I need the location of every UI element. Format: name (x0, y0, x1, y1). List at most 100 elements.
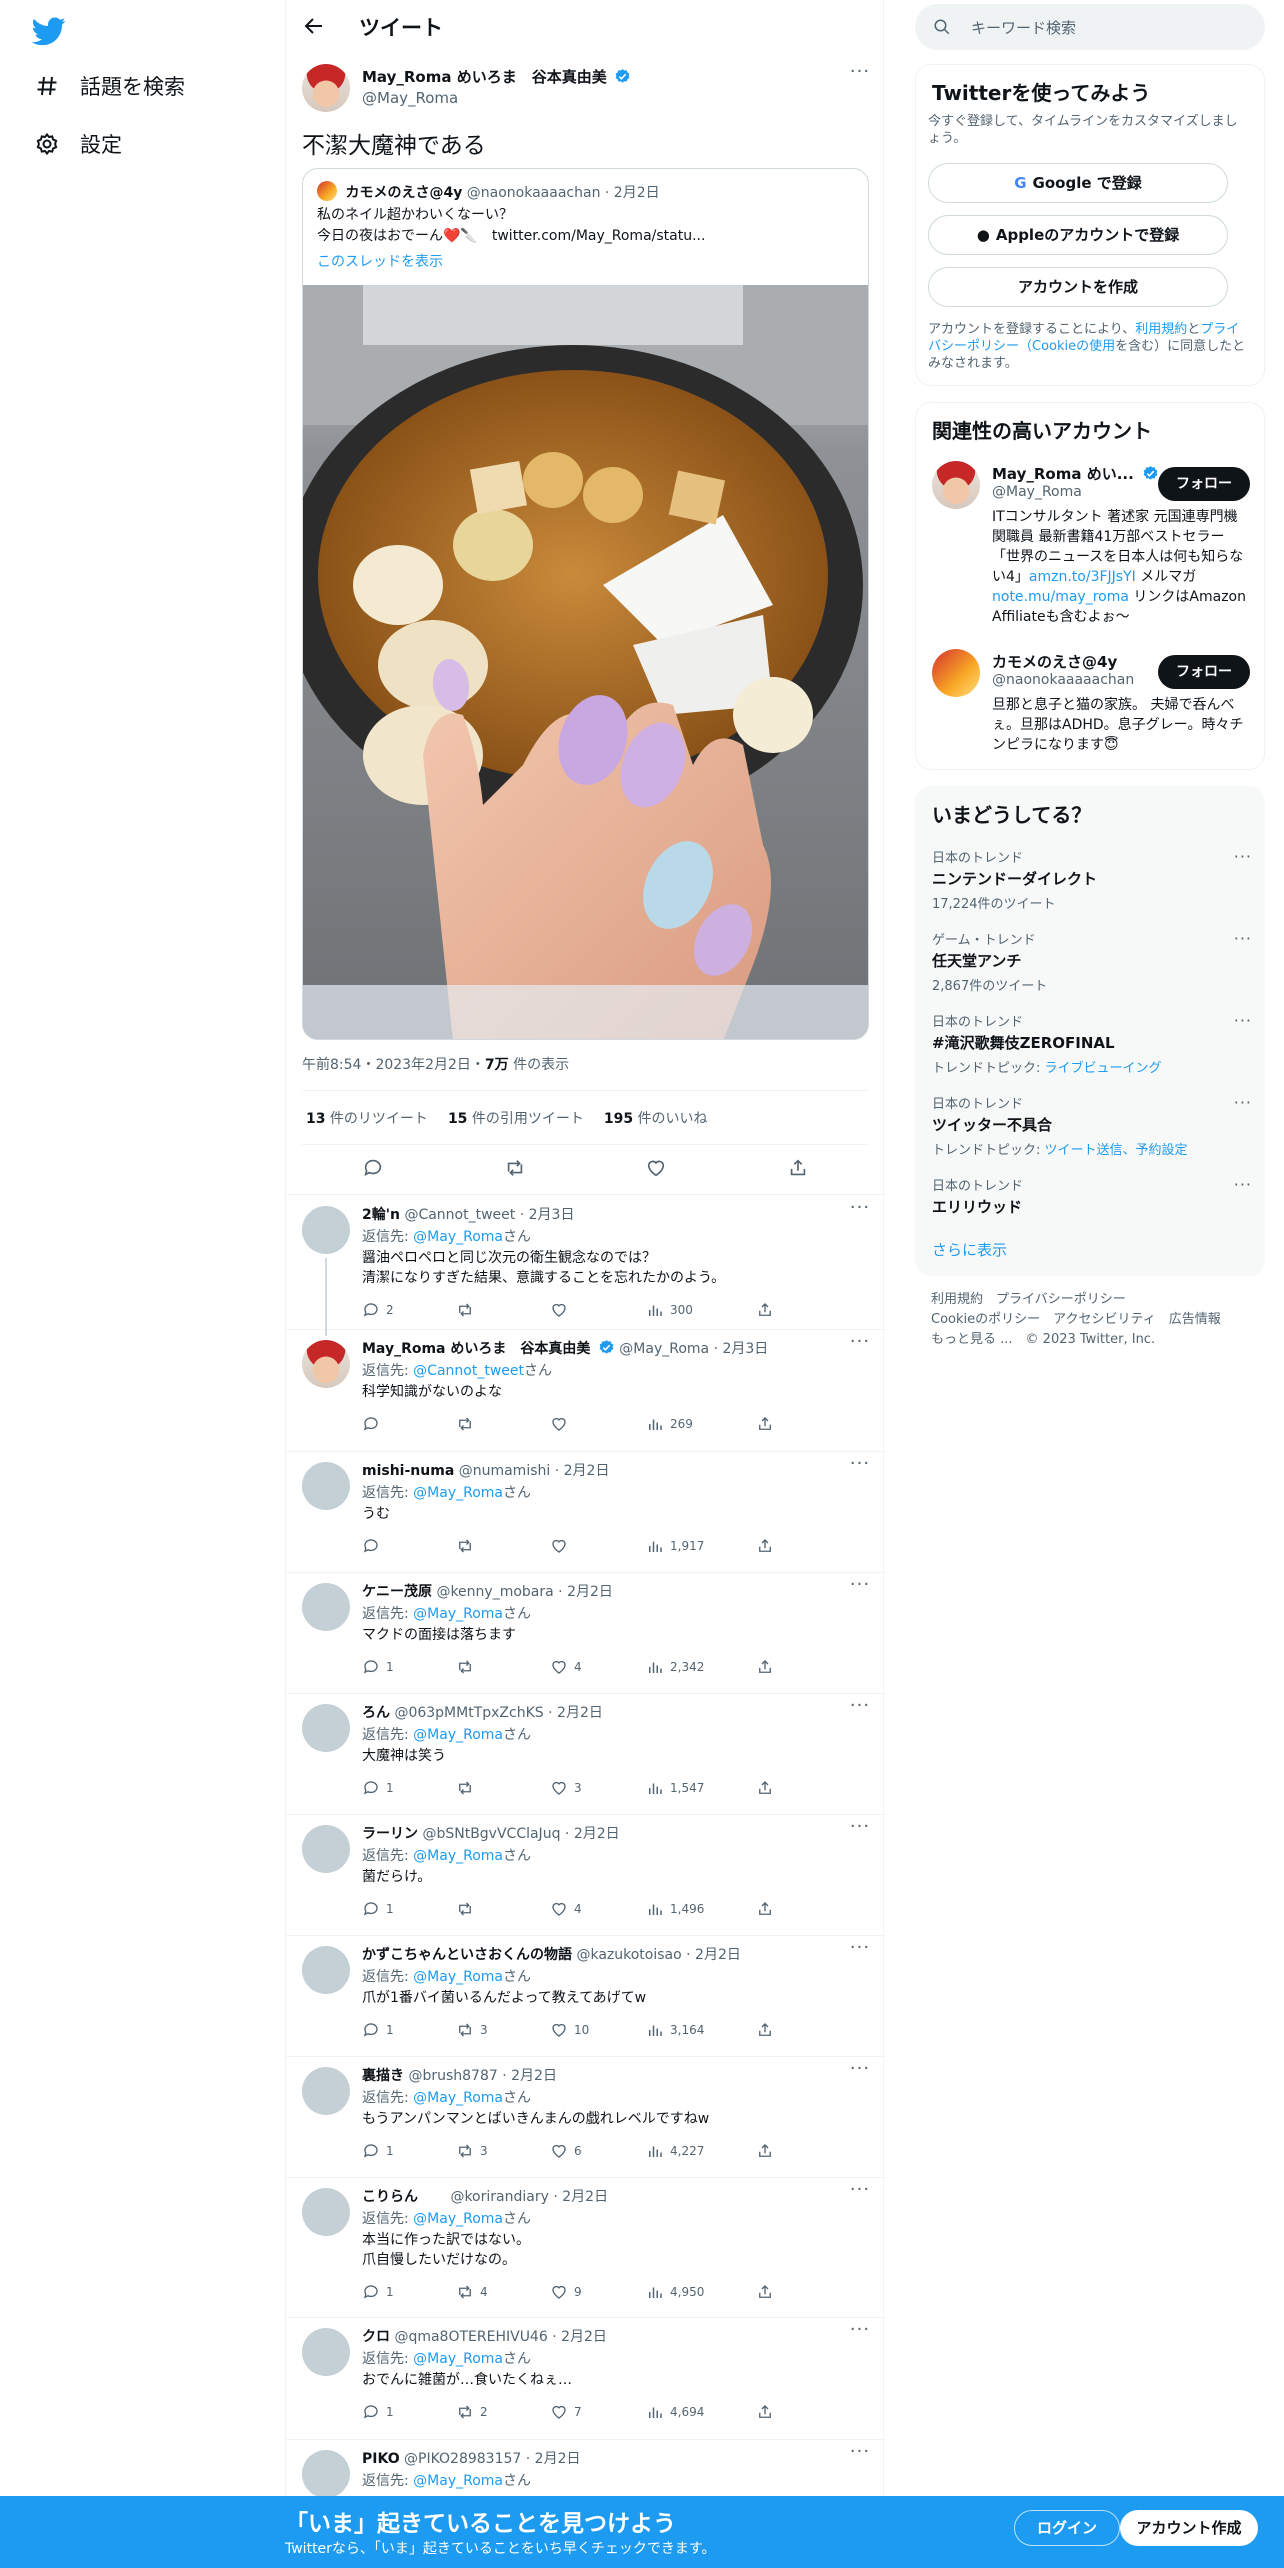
trend-more-icon[interactable]: ··· (1234, 929, 1252, 948)
more-options-icon[interactable]: ··· (848, 1333, 872, 1360)
reply-author-name[interactable]: May_Roma めいろま 谷本真由美 (362, 1341, 590, 1357)
reply-avatar[interactable] (302, 2450, 350, 2498)
more-options-icon[interactable]: ··· (848, 1455, 872, 1482)
footer-privacy-link[interactable]: プライバシーポリシー (996, 1292, 1126, 1307)
reply-action-like[interactable] (550, 1414, 574, 1434)
reply-action-share[interactable] (756, 2282, 774, 2302)
reply-action-views[interactable]: 1,547 (646, 1778, 704, 1798)
reply-action-retweet[interactable] (456, 1778, 480, 1798)
reply-author-name[interactable]: mishi-numa (362, 1463, 454, 1479)
related-account-2[interactable]: カモメのえさ@4y @naonokaaaaachan (992, 651, 1134, 688)
reply-action-retweet[interactable] (456, 1536, 480, 1556)
reply-to-handle[interactable]: @May_Roma (413, 1606, 503, 1622)
reply-avatar[interactable] (302, 2328, 350, 2376)
reply-action-share[interactable] (756, 2141, 774, 2161)
reply-author-handle[interactable]: @korirandiary (450, 2189, 548, 2205)
reply-tweet[interactable]: クロ @qma8OTEREHIVU46 · 2月2日 ··· 返信先: @May_R… (286, 2318, 885, 2440)
reply-author-name[interactable]: 裏描き (362, 2068, 404, 2084)
reply-action-reply[interactable]: 1 (362, 1778, 394, 1798)
reply-date[interactable]: 2月2日 (567, 1584, 613, 1600)
reply-tweet[interactable]: May_Roma めいろま 谷本真由美 @May_Roma · 2月3日 ··· 返… (286, 1330, 885, 1452)
reply-author-handle[interactable]: @brush8787 (408, 2068, 497, 2084)
reply-author-handle[interactable]: @May_Roma (619, 1341, 709, 1357)
reply-date[interactable]: 2月2日 (557, 1705, 603, 1721)
reply-action-share[interactable] (756, 1414, 774, 1434)
reply-tweet[interactable]: こりらん @korirandiary · 2月2日 ··· 返信先: @May_Ro… (286, 2178, 885, 2318)
tweet-timestamp[interactable]: 午前8:54・2023年2月2日・ (302, 1057, 485, 1073)
trend-item[interactable]: 日本のトレンド ニンテンドーダイレクト 17,224件のツイート ··· (932, 847, 1252, 912)
reply-author-handle[interactable]: @qma8OTEREHIVU46 (394, 2329, 547, 2345)
reply-author-handle[interactable]: @kazukotoisao (576, 1947, 681, 1963)
reply-action-share[interactable] (756, 1778, 774, 1798)
reply-to-handle[interactable]: @May_Roma (413, 1727, 503, 1743)
reply-action-views[interactable]: 300 (646, 1300, 693, 1320)
reply-date[interactable]: 2月2日 (574, 1826, 620, 1842)
reply-author-handle[interactable]: @numamishi (459, 1463, 551, 1479)
reply-author-name[interactable]: かずこちゃんといさおくんの物語 (362, 1947, 572, 1963)
reply-action-views[interactable]: 4,227 (646, 2141, 704, 2161)
search-box[interactable]: キーワード検索 (915, 4, 1265, 50)
reply-author-handle[interactable]: @063pMMtTpxZchKS (394, 1705, 543, 1721)
reply-action-share[interactable] (756, 2402, 774, 2422)
apple-signup-button[interactable]: ● Appleのアカウントで登録 (928, 215, 1228, 255)
reply-date[interactable]: 2月2日 (561, 2329, 607, 2345)
more-options-icon[interactable]: ··· (848, 1939, 872, 1966)
reply-to-handle[interactable]: @Cannot_tweet (413, 1363, 524, 1379)
twitter-logo-icon[interactable] (31, 14, 66, 48)
more-options-icon[interactable]: ··· (848, 63, 872, 90)
trend-more-icon[interactable]: ··· (1234, 1175, 1252, 1194)
reply-action-like[interactable]: 10 (550, 2020, 589, 2040)
reply-action-like[interactable]: 7 (550, 2402, 582, 2422)
reply-action-reply[interactable]: 1 (362, 2141, 394, 2161)
reply-author-name[interactable]: ろん (362, 1705, 390, 1721)
reply-author-name[interactable]: ケニー茂原 (362, 1584, 432, 1600)
create-account-button[interactable]: アカウントを作成 (928, 267, 1228, 307)
bio-link[interactable]: note.mu/may_roma (992, 589, 1129, 605)
reply-action-share[interactable] (756, 1536, 774, 1556)
reply-action-views[interactable]: 4,694 (646, 2402, 704, 2422)
reply-author-handle[interactable]: @kenny_mobara (436, 1584, 553, 1600)
reply-action-retweet[interactable]: 3 (456, 2020, 488, 2040)
reply-action-retweet[interactable]: 2 (456, 2402, 488, 2422)
reply-date[interactable]: 2月2日 (562, 2189, 608, 2205)
reply-action-like[interactable] (550, 1300, 574, 1320)
nav-explore[interactable]: 話題を検索 (34, 66, 185, 106)
reply-action-reply[interactable]: 1 (362, 2282, 394, 2302)
reply-action-reply[interactable]: 1 (362, 1657, 394, 1677)
reply-avatar[interactable] (302, 1583, 350, 1631)
reply-action-reply[interactable] (362, 1414, 386, 1434)
reply-to-handle[interactable]: @May_Roma (413, 1485, 503, 1501)
reply-action-retweet[interactable] (456, 1300, 480, 1320)
reply-action-views[interactable]: 269 (646, 1414, 693, 1434)
reply-author-handle[interactable]: @bSNtBgvVCClaJuq (422, 1826, 560, 1842)
reply-avatar[interactable] (302, 1340, 350, 1388)
more-options-icon[interactable]: ··· (848, 2443, 872, 2470)
more-options-icon[interactable]: ··· (848, 2181, 872, 2208)
reply-action-reply[interactable] (362, 1536, 386, 1556)
reply-action-like[interactable]: 4 (550, 1899, 582, 1919)
reply-action-retweet[interactable] (456, 1657, 480, 1677)
more-options-icon[interactable]: ··· (848, 1818, 872, 1845)
retweets-stat[interactable]: 13 件のリツイート (306, 1108, 428, 1128)
footer-more-link[interactable]: もっと見る ... (931, 1332, 1013, 1347)
show-more-trends-link[interactable]: さらに表示 (932, 1239, 1007, 1260)
back-arrow-icon[interactable] (302, 14, 328, 40)
tweet-photo[interactable] (303, 285, 868, 1039)
nav-settings[interactable]: 設定 (34, 124, 122, 164)
trend-topic-link[interactable]: ライブビューイング (1045, 1061, 1162, 1076)
follow-button-1[interactable]: フォロー (1158, 467, 1250, 501)
more-options-icon[interactable]: ··· (848, 1199, 872, 1226)
reply-date[interactable]: 2月2日 (564, 1463, 610, 1479)
signup-button[interactable]: アカウント作成 (1120, 2510, 1258, 2546)
reply-date[interactable]: 2月2日 (535, 2451, 581, 2467)
related-account-1[interactable]: May_Roma めい... @May_Roma (992, 463, 1159, 500)
show-thread-link[interactable]: このスレッドを表示 (317, 251, 443, 271)
reply-action-like[interactable]: 9 (550, 2282, 582, 2302)
reply-avatar[interactable] (302, 1825, 350, 1873)
reply-tweet[interactable]: 裏描き @brush8787 · 2月2日 ··· 返信先: @May_Romaさん… (286, 2057, 885, 2178)
reply-action-reply[interactable]: 2 (362, 1300, 394, 1320)
reply-author-name[interactable]: 2輪'n (362, 1207, 400, 1223)
reply-to-handle[interactable]: @May_Roma (413, 2351, 503, 2367)
footer-accessibility-link[interactable]: アクセシビリティ (1053, 1312, 1156, 1327)
more-options-icon[interactable]: ··· (848, 1576, 872, 1603)
